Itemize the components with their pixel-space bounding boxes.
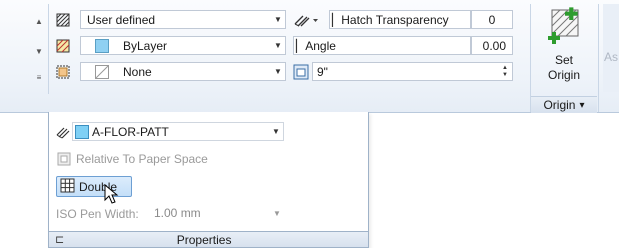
none-swatch: [95, 64, 109, 79]
hatch-transparency-label-box: ▏ Hatch Transparency: [329, 10, 471, 29]
properties-panel-title: Properties: [176, 232, 232, 247]
next-panel-button[interactable]: As: [603, 4, 619, 92]
hatch-pattern-type-icon: [55, 12, 71, 28]
relative-to-paper-space-button[interactable]: Relative To Paper Space: [76, 152, 208, 166]
iso-pen-width-combo[interactable]: 1.00 mm ▼: [140, 204, 284, 222]
hatch-spacing-icon: [293, 64, 309, 80]
hatch-transparency-value: 0: [488, 12, 496, 27]
chevron-down-icon: ▼: [274, 41, 282, 50]
iso-pen-width-label: ISO Pen Width:: [56, 207, 139, 221]
angle-value: 0.00: [482, 38, 506, 53]
pin-icon[interactable]: ⊏: [55, 233, 64, 246]
set-origin-label-line1: Set: [554, 53, 573, 67]
hatch-transparency-input[interactable]: 0: [471, 10, 513, 29]
angle-label: Angle: [305, 38, 336, 53]
origin-panel-label: Origin: [543, 98, 576, 112]
hatch-spacing-value: 9": [317, 64, 328, 79]
ribbon-scroll-down-button[interactable]: ▼: [32, 40, 46, 62]
hatch-spacing-input[interactable]: 9" ▲ ▼: [312, 62, 513, 81]
hatch-color-combo[interactable]: ByLayer ▼: [80, 36, 286, 55]
hatch-color-value: ByLayer: [123, 38, 168, 53]
chevron-down-icon: ▾: [579, 99, 585, 111]
origin-panel-title[interactable]: Origin ▾: [531, 96, 597, 113]
background-color-value: None: [123, 64, 152, 79]
hatch-type-combo[interactable]: User defined ▼: [80, 10, 286, 29]
hatch-color-icon: [55, 38, 71, 54]
angle-label-box: ▏ Angle: [293, 36, 471, 55]
set-origin-label-line2: Origin: [547, 68, 580, 82]
ribbon-scroll-up-button[interactable]: ▲: [32, 10, 46, 32]
grid-icon: [60, 178, 75, 196]
chevron-down-icon: ▼: [274, 67, 282, 76]
background-color-combo[interactable]: None ▼: [80, 62, 286, 81]
layer-icon: [55, 124, 71, 143]
properties-panel-footer[interactable]: ⊏ Properties: [48, 231, 369, 248]
chevron-down-icon: ▼: [273, 208, 281, 218]
color-swatch: [95, 38, 109, 53]
mouse-cursor-icon: [104, 183, 122, 209]
layer-color-swatch: [75, 124, 89, 139]
ribbon-separator: [48, 4, 49, 94]
next-panel-label: As: [604, 50, 619, 64]
iso-pen-width-value: 1.00 mm: [154, 206, 201, 220]
chevron-down-icon: ▼: [272, 127, 280, 136]
ribbon-separator: [598, 4, 599, 112]
hatch-type-value: User defined: [87, 12, 156, 27]
hatch-transparency-label: Hatch Transparency: [341, 12, 449, 27]
paper-space-icon: [56, 151, 72, 170]
chevron-down-icon: ▼: [274, 15, 282, 24]
spinner-icon[interactable]: ▲ ▼: [502, 65, 512, 79]
hatch-layer-value: A-FLOR-PATT: [92, 124, 169, 139]
set-origin-icon: [546, 6, 582, 47]
set-origin-button[interactable]: Set Origin: [540, 6, 588, 90]
hatch-transparency-icon[interactable]: [293, 12, 319, 28]
ribbon-expand-button[interactable]: ≡: [32, 66, 46, 88]
angle-input[interactable]: 0.00: [471, 36, 513, 55]
background-color-icon: [55, 64, 71, 80]
hatch-layer-combo[interactable]: A-FLOR-PATT ▼: [72, 122, 284, 141]
